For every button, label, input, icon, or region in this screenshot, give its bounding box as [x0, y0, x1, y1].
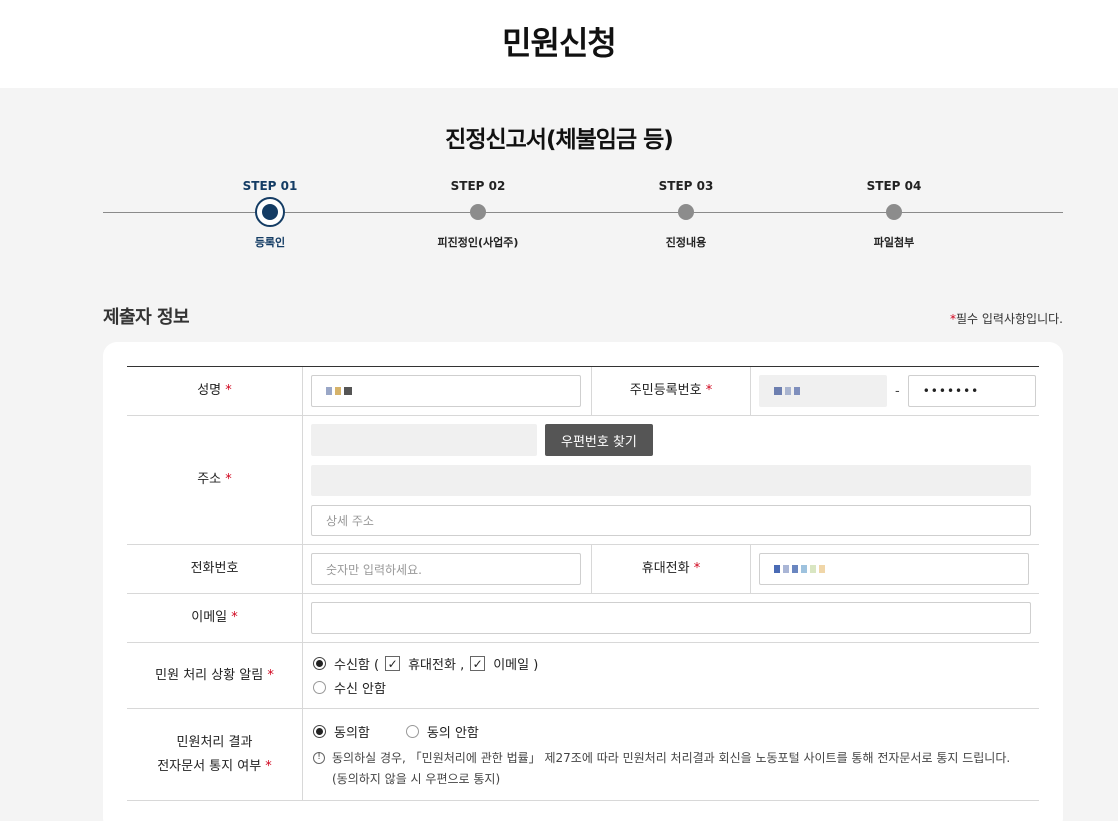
step-dot	[886, 204, 902, 220]
notify-email-label: 이메일 )	[493, 658, 539, 673]
notify-reject-label: 수신 안함	[334, 682, 386, 697]
required-star: *	[267, 667, 274, 683]
result-agree-label: 동의함	[334, 726, 370, 741]
result-label-line2: 전자문서 통지 여부	[157, 758, 262, 774]
row-email: 이메일 *	[127, 594, 1039, 643]
info-icon: !	[313, 751, 325, 764]
required-note-text: 필수 입력사항입니다.	[956, 312, 1063, 326]
email-input[interactable]	[311, 602, 1031, 634]
notify-email-checkbox[interactable]: ✓	[470, 656, 486, 671]
form-title: 진정신고서(체불임금 등)	[445, 127, 674, 153]
address-input[interactable]	[311, 465, 1031, 496]
result-disagree-label: 동의 안함	[426, 726, 479, 741]
page-title: 민원신청	[502, 24, 617, 62]
step-label: STEP 01	[242, 179, 298, 193]
required-star: *	[225, 472, 232, 488]
notify-mobile-label: 휴대전화 ,	[408, 658, 465, 673]
required-star: *	[705, 383, 713, 399]
rrn-front-input[interactable]	[759, 375, 887, 407]
required-star: *	[231, 610, 238, 626]
mobile-label: 휴대전화 *	[591, 545, 751, 593]
row-notify: 민원 처리 상황 알림 * 수신함 ( ✓ 휴대전화 , ✓ 이메일 ) 수신 …	[127, 643, 1039, 709]
step-2: STEP 02 피진정인(사업주)	[398, 178, 558, 250]
email-label: 이메일 *	[127, 594, 303, 642]
result-agree-radio[interactable]	[313, 725, 326, 738]
rrn-label: 주민등록번호 *	[591, 367, 751, 415]
notify-mobile-checkbox[interactable]: ✓	[385, 656, 401, 671]
phone-label: 전화번호	[127, 545, 303, 593]
name-label: 성명 *	[127, 367, 303, 415]
rrn-back-value: •••••••	[922, 384, 980, 398]
postcode-search-button[interactable]: 우편번호 찾기	[545, 424, 653, 456]
notify-label: 민원 처리 상황 알림 *	[127, 643, 303, 708]
required-star: *	[693, 561, 701, 577]
step-dot	[470, 204, 486, 220]
section-title: 제출자 정보	[103, 307, 190, 328]
postcode-input[interactable]	[311, 424, 537, 456]
result-note: ! 동의하실 경우, 「민원처리에 관한 법률」 제27조에 따라 민원처리 처…	[313, 748, 1010, 790]
address-label: 주소 *	[127, 416, 303, 544]
notify-receive-radio[interactable]	[313, 657, 326, 670]
required-note: *필수 입력사항입니다.	[950, 310, 1063, 327]
result-label: 민원처리 결과 전자문서 통지 여부 *	[127, 709, 303, 800]
phone-input[interactable]: 숫자만 입력하세요.	[311, 553, 581, 585]
required-star: *	[225, 383, 232, 399]
notify-reject-radio[interactable]	[313, 681, 326, 694]
row-address: 주소 * 우편번호 찾기 상세 주소	[127, 416, 1039, 545]
form-card: 성명 * 주민등록번호 * - ••••••• 주소 * 우편번호 찾기 상세 …	[103, 342, 1063, 832]
step-label: STEP 04	[866, 179, 922, 193]
address-detail-placeholder: 상세 주소	[326, 514, 374, 528]
address-detail-input[interactable]: 상세 주소	[311, 505, 1031, 536]
notify-receive-label: 수신함 (	[334, 658, 380, 673]
address-label-text: 주소	[197, 472, 222, 488]
rrn-separator: -	[895, 383, 900, 399]
step-label: STEP 02	[450, 179, 506, 193]
row-name: 성명 * 주민등록번호 * - •••••••	[127, 367, 1039, 416]
email-label-text: 이메일	[191, 610, 228, 626]
step-4: STEP 04 파일첨부	[814, 178, 974, 250]
mobile-input[interactable]	[759, 553, 1029, 585]
name-label-text: 성명	[197, 383, 222, 399]
row-phone: 전화번호 숫자만 입력하세요. 휴대전화 *	[127, 545, 1039, 594]
result-note-line2: (동의하지 않을 시 우편으로 통지)	[332, 771, 501, 786]
step-dot	[678, 204, 694, 220]
result-label-line1: 민원처리 결과	[176, 735, 253, 751]
step-name: 파일첨부	[873, 236, 915, 249]
step-3: STEP 03 진정내용	[606, 178, 766, 250]
step-1: STEP 01 등록인	[190, 178, 350, 250]
main-content: 진정신고서(체불임금 등) STEP 01 등록인 STEP 02 피진정인(사…	[0, 88, 1118, 832]
step-name: 진정내용	[665, 236, 707, 249]
rrn-label-text: 주민등록번호	[629, 383, 702, 399]
notify-label-text: 민원 처리 상황 알림	[155, 667, 264, 683]
header: 민원신청	[0, 0, 1118, 88]
step-indicator: STEP 01 등록인 STEP 02 피진정인(사업주) STEP 03 진정…	[103, 178, 1063, 258]
step-dot-active	[255, 197, 285, 227]
row-result-notice: 민원처리 결과 전자문서 통지 여부 * 동의함 동의 안함 ! 동의하실 경우…	[127, 709, 1039, 801]
rrn-back-input[interactable]: •••••••	[907, 375, 1036, 407]
name-input[interactable]	[311, 375, 581, 407]
result-disagree-radio[interactable]	[405, 725, 419, 738]
step-label: STEP 03	[658, 179, 714, 193]
mobile-label-text: 휴대전화	[641, 561, 690, 577]
step-name: 피진정인(사업주)	[437, 236, 519, 249]
submitter-table: 성명 * 주민등록번호 * - ••••••• 주소 * 우편번호 찾기 상세 …	[127, 366, 1039, 801]
step-name: 등록인	[254, 236, 286, 249]
result-note-line1: 동의하실 경우, 「민원처리에 관한 법률」 제27조에 따라 민원처리 처리결…	[332, 750, 1011, 765]
phone-placeholder: 숫자만 입력하세요.	[326, 562, 422, 577]
required-star: *	[265, 758, 272, 774]
